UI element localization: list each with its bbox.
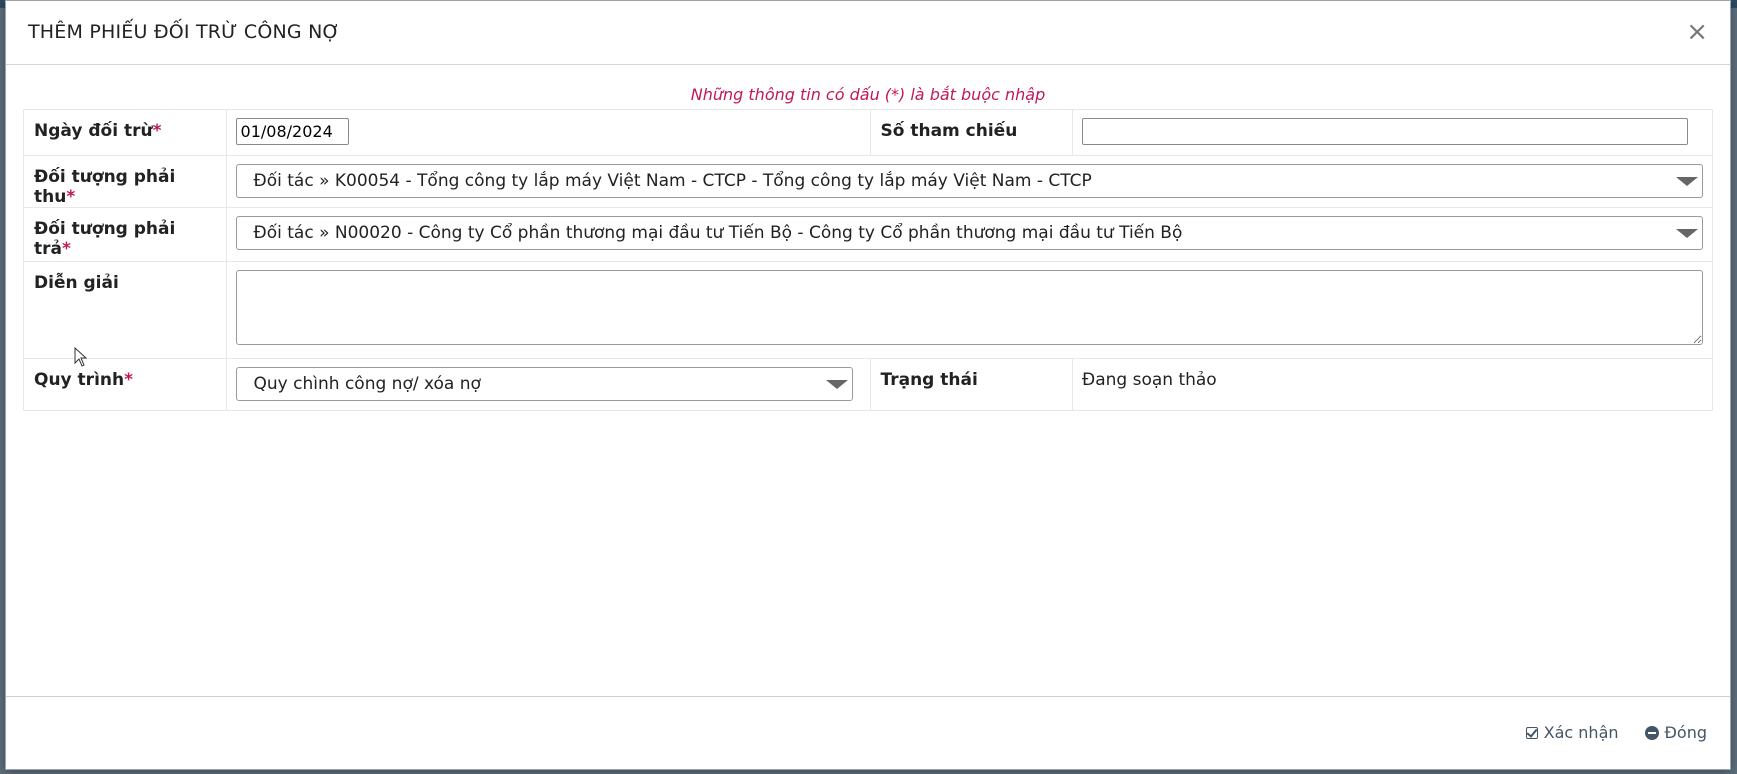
required-mark: *: [66, 187, 76, 207]
minus-circle-icon: [1644, 725, 1659, 740]
reference-no-label: Số tham chiếu: [869, 109, 1074, 156]
receivable-party-select[interactable]: Đối tác » K00054 - Tổng công ty lắp máy …: [235, 164, 1703, 198]
dialog-footer: Xác nhận Đóng: [6, 696, 1730, 770]
chevron-down-icon: [1676, 177, 1698, 186]
confirm-button-label: Xác nhận: [1543, 723, 1619, 742]
close-button[interactable]: Đóng: [1644, 723, 1707, 742]
status-value: Đang soạn thảo: [1072, 358, 1713, 411]
receivable-party-value: Đối tác » K00054 - Tổng công ty lắp máy …: [253, 171, 1092, 191]
payable-party-label: Đối tượng phải trả*: [23, 207, 227, 262]
reference-no-input[interactable]: [1082, 118, 1689, 145]
receivable-party-label: Đối tượng phải thu*: [23, 155, 227, 208]
workflow-label: Quy trình*: [23, 358, 227, 411]
confirm-button[interactable]: Xác nhận: [1525, 723, 1619, 742]
status-label: Trạng thái: [869, 358, 1074, 411]
check-square-icon: [1525, 726, 1538, 739]
chevron-down-icon: [825, 380, 848, 389]
mouse-pointer-icon: [74, 347, 88, 367]
payable-party-select[interactable]: Đối tác » N00020 - Công ty Cổ phần thươn…: [235, 216, 1703, 250]
offset-voucher-dialog: THÊM PHIẾU ĐỐI TRỪ CÔNG NỢ × Những thông…: [5, 0, 1731, 770]
description-textarea[interactable]: [235, 270, 1703, 345]
required-mark: *: [61, 239, 71, 259]
description-label: Diễn giải: [23, 261, 227, 359]
workflow-select[interactable]: Quy chình công nợ/ xóa nợ: [235, 367, 853, 401]
chevron-down-icon: [1676, 229, 1698, 238]
payable-party-value: Đối tác » N00020 - Công ty Cổ phần thươn…: [253, 223, 1183, 243]
required-mark: *: [124, 370, 133, 390]
dialog-title: THÊM PHIẾU ĐỐI TRỪ CÔNG NỢ: [28, 21, 341, 43]
required-fields-note: Những thông tin có dấu (*) là bắt buộc n…: [690, 85, 1046, 104]
voucher-form: Ngày đối trừ* Số tham chiếu Đối tượng ph…: [23, 109, 1714, 411]
offset-date-input[interactable]: [235, 118, 349, 145]
close-icon[interactable]: ×: [1686, 19, 1708, 45]
dialog-header: THÊM PHIẾU ĐỐI TRỪ CÔNG NỢ ×: [6, 1, 1730, 65]
required-mark: *: [152, 121, 162, 141]
workflow-value: Quy chình công nợ/ xóa nợ: [253, 374, 481, 394]
offset-date-label: Ngày đối trừ*: [23, 109, 227, 156]
close-button-label: Đóng: [1664, 723, 1707, 742]
